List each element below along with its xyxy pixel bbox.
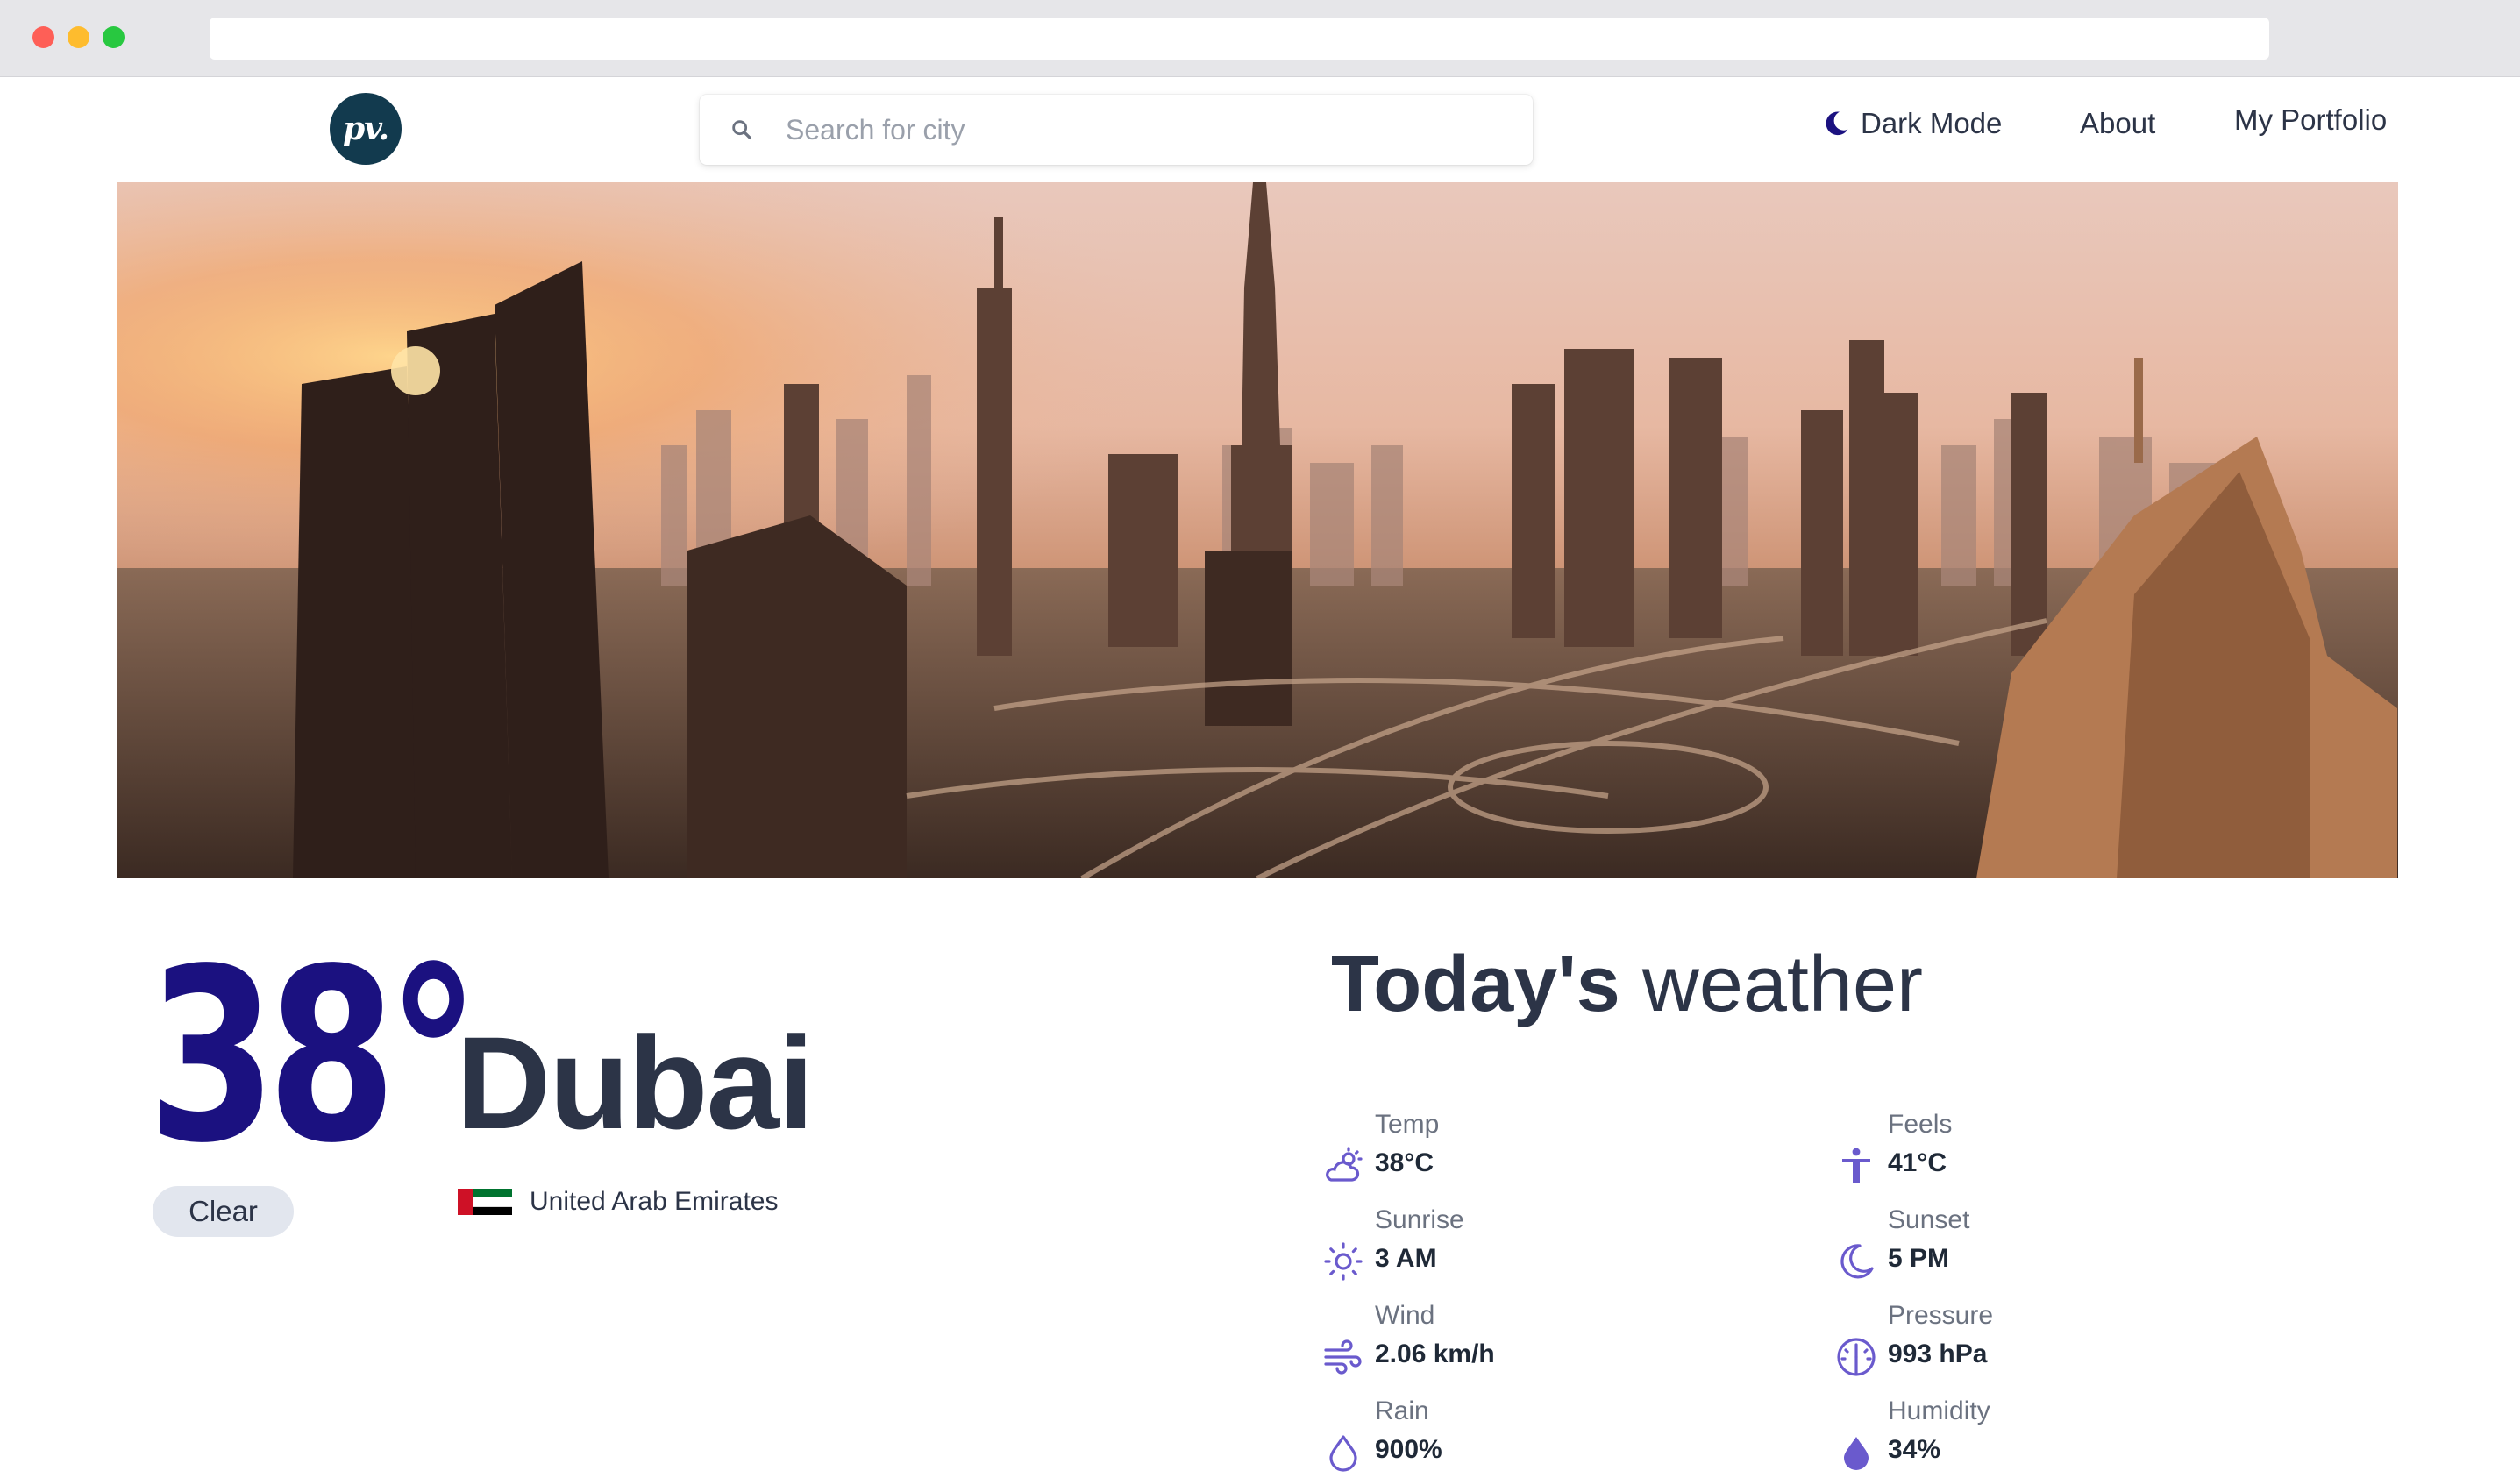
logo-text: pv. (342, 110, 389, 147)
stat-label: Rain (1375, 1396, 1429, 1425)
stat-value: 993 hPa (1888, 1339, 1988, 1368)
stat-label: Wind (1375, 1301, 1435, 1330)
droplet-icon (1322, 1432, 1364, 1474)
search-icon (732, 120, 751, 139)
country-name: United Arab Emirates (530, 1187, 779, 1216)
stat-label: Temp (1375, 1110, 1440, 1139)
stat-label: Sunrise (1375, 1205, 1464, 1234)
stat-label: Pressure (1888, 1301, 1994, 1330)
uae-flag-icon (458, 1189, 512, 1215)
stat-value: 5 PM (1888, 1244, 1950, 1273)
search-input[interactable] (786, 110, 1505, 149)
dark-mode-toggle[interactable]: Dark Mode (1822, 107, 2002, 140)
moon-icon (1835, 1240, 1877, 1283)
partly-cloudy-icon (1322, 1145, 1364, 1187)
city-name: Dubai (456, 1009, 815, 1156)
moon-icon (1826, 111, 1848, 136)
maximize-window-button[interactable] (103, 26, 125, 48)
stat-value: 2.06 km/h (1375, 1339, 1495, 1368)
stat-label: Sunset (1888, 1205, 1970, 1234)
humidity-icon (1835, 1432, 1877, 1474)
current-temperature: 38° (147, 919, 480, 1196)
condition-badge: Clear (153, 1186, 294, 1237)
about-link[interactable]: About (2080, 107, 2155, 140)
close-window-button[interactable] (32, 26, 54, 48)
search-box[interactable] (700, 95, 1533, 165)
dark-mode-label: Dark Mode (1861, 107, 2003, 139)
gauge-icon (1835, 1336, 1877, 1378)
stat-label: Feels (1888, 1110, 1953, 1139)
about-label: About (2080, 107, 2156, 139)
logo[interactable]: pv. (330, 93, 402, 165)
stat-label: Humidity (1888, 1396, 1990, 1425)
todays-weather-title: Today's weather (1331, 941, 1924, 1028)
stat-value: 3 AM (1375, 1244, 1437, 1273)
stat-value: 38°C (1375, 1148, 1434, 1177)
portfolio-link[interactable]: My Portfolio (2234, 103, 2387, 137)
country-row: United Arab Emirates (458, 1187, 778, 1217)
address-bar[interactable] (210, 18, 2269, 60)
portfolio-label: My Portfolio (2234, 103, 2388, 136)
stat-value: 41°C (1888, 1148, 1947, 1177)
city-hero-image (117, 182, 2398, 878)
sun-icon (1322, 1240, 1364, 1283)
person-icon (1835, 1145, 1877, 1187)
wind-icon (1322, 1336, 1364, 1378)
browser-chrome (0, 0, 2520, 77)
minimize-window-button[interactable] (68, 26, 89, 48)
